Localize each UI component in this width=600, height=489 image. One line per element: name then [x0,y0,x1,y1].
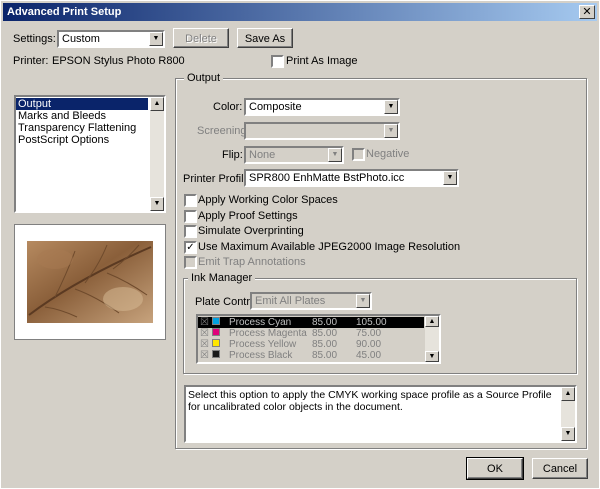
ink-swatch [212,350,220,358]
scroll-up-icon[interactable]: ▲ [150,97,164,111]
ink-list: ☒ Process Cyan 85.00 105.00 ☒ Process Ma… [196,314,441,364]
close-icon[interactable]: ✕ [579,5,595,19]
check-icon: ✓ [186,242,195,253]
ink-row[interactable]: ☒ Process Yellow 85.00 90.00 [198,339,424,350]
color-select[interactable]: Composite ▼ [244,98,400,116]
scroll-up-icon[interactable]: ▲ [425,316,439,327]
ink-name: Process Magenta [229,328,307,339]
sidebar-item-postscript-options[interactable]: PostScript Options [16,134,148,146]
simulate-overprinting-label: Simulate Overprinting [198,225,304,237]
flip-select-value: None [249,149,276,161]
sidebar-item-output[interactable]: Output [16,98,148,110]
ink-swatch [212,317,220,325]
ink-list-scrollbar[interactable]: ▲ ▼ [425,316,439,362]
print-toggle-icon[interactable]: ☒ [200,328,209,339]
delete-button[interactable]: Delete [173,28,229,48]
screening-label: Screening: [197,125,250,137]
sidebar-scrollbar[interactable]: ▲ ▼ [150,97,164,211]
flip-select[interactable]: None ▼ [244,146,344,164]
chevron-down-icon: ▼ [149,32,163,46]
chevron-down-icon: ▼ [328,148,342,162]
print-toggle-icon[interactable]: ☒ [200,339,209,350]
chevron-down-icon: ▼ [443,171,457,185]
title-bar: Advanced Print Setup ✕ [3,3,597,21]
printer-profile-select-value: SPR800 EnhMatte BstPhoto.icc [249,172,405,184]
ink-row[interactable]: ☒ Process Magenta 85.00 75.00 [198,328,424,339]
sidebar-item-marks-and-bleeds[interactable]: Marks and Bleeds [16,110,148,122]
save-as-button[interactable]: Save As [237,28,293,48]
ink-swatch [212,339,220,347]
description-box: Select this option to apply the CMYK wor… [184,385,577,443]
scroll-down-icon[interactable]: ▼ [425,351,439,362]
ink-name: Process Yellow [229,339,297,350]
printer-profile-select[interactable]: SPR800 EnhMatte BstPhoto.icc ▼ [244,169,459,187]
ink-frequency: 85.00 [312,350,338,361]
settings-select-value: Custom [62,33,100,45]
sidebar-item-transparency-flattening[interactable]: Transparency Flattening [16,122,148,134]
output-group-title: Output [184,71,224,85]
ink-manager-title: Ink Manager [188,271,256,285]
settings-select[interactable]: Custom ▼ [57,30,165,48]
ink-frequency: 85.00 [312,339,338,350]
scroll-down-icon[interactable]: ▼ [561,427,575,441]
printer-name: EPSON Stylus Photo R800 [52,55,185,67]
plate-control-select-value: Emit All Plates [255,295,326,307]
apply-working-color-spaces-checkbox[interactable] [184,194,197,207]
ink-row[interactable]: ☒ Process Black 85.00 45.00 [198,350,424,361]
print-as-image-label: Print As Image [286,55,358,67]
ink-frequency: 85.00 [312,317,338,328]
ink-name: Process Cyan [229,317,292,328]
ink-row[interactable]: ☒ Process Cyan 85.00 105.00 [198,317,424,328]
plate-control-select[interactable]: Emit All Plates ▼ [250,292,372,310]
print-as-image-checkbox[interactable] [271,55,284,68]
description-scrollbar[interactable]: ▲ ▼ [561,387,575,441]
simulate-overprinting-checkbox[interactable] [184,225,197,238]
scroll-up-icon[interactable]: ▲ [561,387,575,401]
negative-checkbox[interactable] [352,148,365,161]
window-title: Advanced Print Setup [7,6,122,18]
ink-angle: 90.00 [356,339,382,350]
scroll-down-icon[interactable]: ▼ [150,197,164,211]
description-text: Select this option to apply the CMYK wor… [188,389,552,413]
negative-label: Negative [366,148,410,160]
screening-select[interactable]: ▼ [244,122,400,140]
section-list: Output Marks and Bleeds Transparency Fla… [14,95,166,213]
color-select-value: Composite [249,101,302,113]
color-label: Color: [213,101,243,113]
emit-trap-annotations-checkbox[interactable] [184,256,197,269]
printer-label: Printer: [13,55,49,67]
ok-button[interactable]: OK [466,457,524,480]
advanced-print-setup-dialog: Advanced Print Setup ✕ Settings: Custom … [0,0,600,489]
ink-angle: 105.00 [356,317,387,328]
ink-angle: 75.00 [356,328,382,339]
chevron-down-icon: ▼ [384,100,398,114]
print-toggle-icon[interactable]: ☒ [200,350,209,361]
print-toggle-icon[interactable]: ☒ [200,317,209,328]
emit-trap-annotations-label: Emit Trap Annotations [198,256,306,268]
flip-label: Flip: [222,149,243,161]
print-preview [14,224,166,340]
apply-proof-settings-label: Apply Proof Settings [198,210,298,222]
cancel-button[interactable]: Cancel [532,458,588,479]
ink-frequency: 85.00 [312,328,338,339]
settings-label: Settings: [13,33,56,45]
chevron-down-icon: ▼ [384,124,398,138]
apply-proof-settings-checkbox[interactable] [184,210,197,223]
ink-name: Process Black [229,350,293,361]
use-max-jpeg2000-checkbox[interactable]: ✓ [184,241,197,254]
ink-swatch [212,328,220,336]
printer-profile-label: Printer Profile: [183,173,253,185]
leaf-image [15,225,165,339]
apply-working-color-spaces-label: Apply Working Color Spaces [198,194,338,206]
chevron-down-icon: ▼ [356,294,370,308]
ink-angle: 45.00 [356,350,382,361]
use-max-jpeg2000-label: Use Maximum Available JPEG2000 Image Res… [198,241,461,253]
